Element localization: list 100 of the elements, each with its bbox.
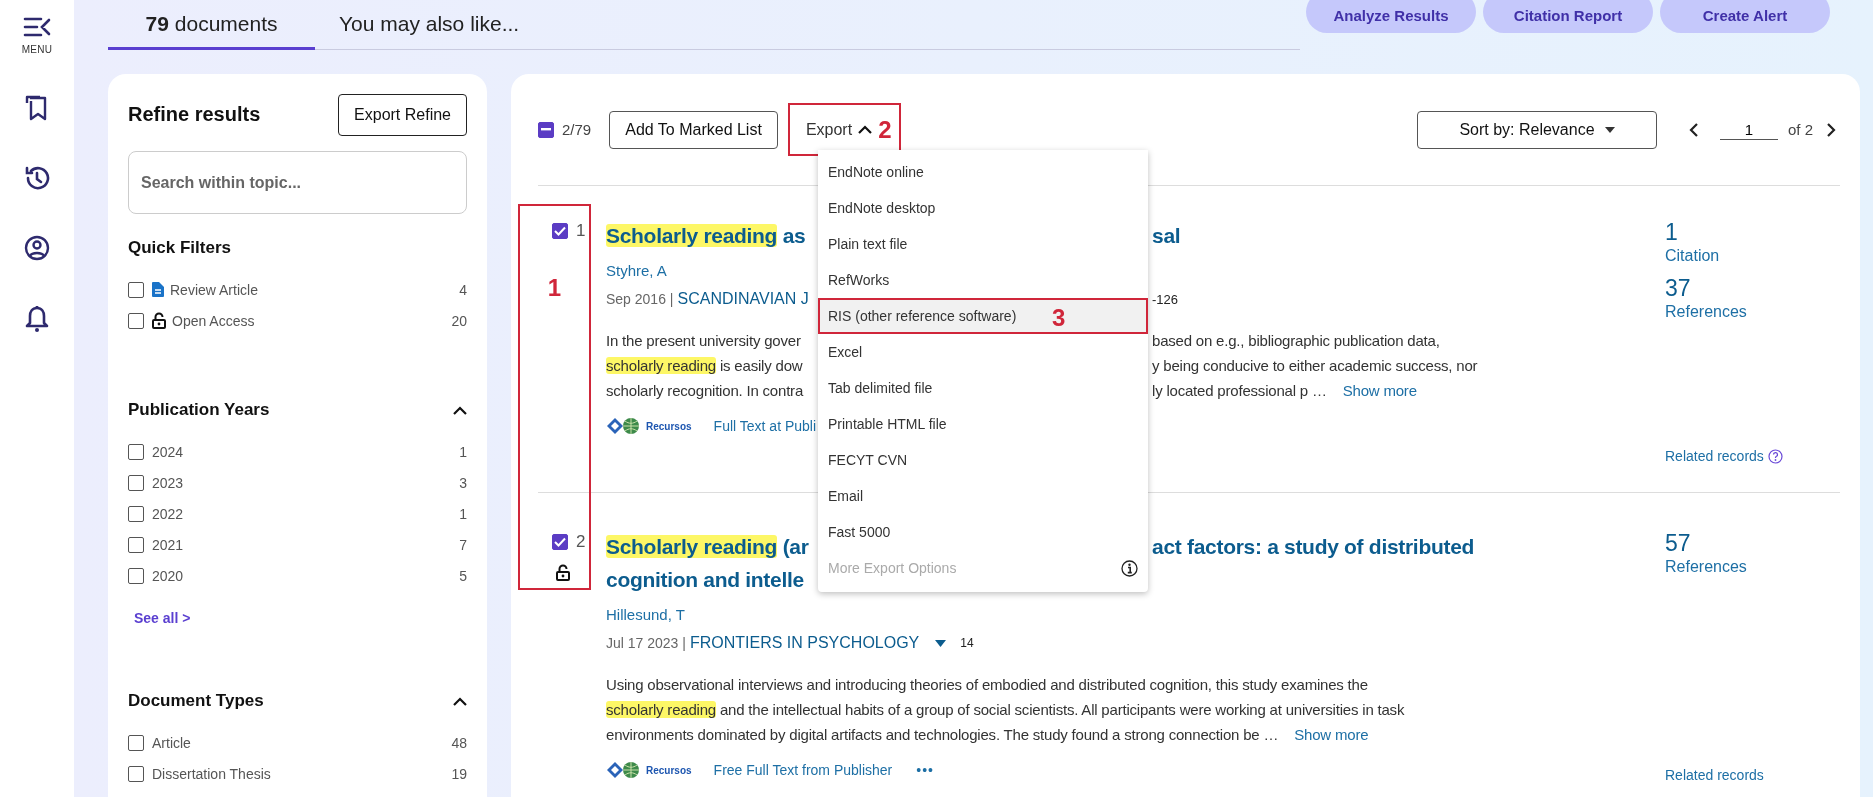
- diamond-globe-icon: [606, 417, 640, 435]
- page-range: -126: [1152, 291, 1180, 307]
- full-text-link[interactable]: Free Full Text from Publisher: [713, 762, 893, 778]
- page-field[interactable]: 1: [1719, 119, 1778, 140]
- add-to-marked-list-button[interactable]: Add To Marked List: [609, 110, 778, 149]
- menu-item[interactable]: EndNote online: [818, 154, 1148, 190]
- tab[interactable]: You may also like...: [315, 0, 544, 50]
- action-button[interactable]: Create Alert: [1660, 0, 1830, 33]
- select-all-checkbox[interactable]: [538, 121, 554, 138]
- filter-count: 4: [459, 281, 467, 298]
- filter-label: 2022: [152, 505, 184, 522]
- menu-item[interactable]: Printable HTML file: [818, 406, 1148, 442]
- menu-item[interactable]: RefWorks: [818, 262, 1148, 298]
- checkbox[interactable]: [128, 536, 144, 553]
- menu-item[interactable]: Excel: [818, 334, 1148, 370]
- chevron-right-icon: [1827, 122, 1836, 137]
- checkbox[interactable]: [128, 443, 144, 460]
- chevron-up-icon[interactable]: [453, 405, 467, 415]
- abstract-text: scholarly recognition. In contra: [606, 381, 805, 401]
- chevron-up-icon[interactable]: [453, 696, 467, 706]
- bell-icon[interactable]: [25, 305, 49, 332]
- filter-count: 7: [459, 536, 467, 553]
- menu-item[interactable]: EndNote desktop: [818, 190, 1148, 226]
- see-all-link[interactable]: See all >: [134, 610, 191, 626]
- abstract-text: Using observational interviews and introducing theories of embodied and distributed cognition, this study examines the: [606, 675, 1368, 695]
- minus-icon: [541, 128, 551, 131]
- menu-icon[interactable]: [23, 16, 51, 38]
- checkbox[interactable]: [128, 734, 144, 751]
- selected-count: 2/79: [562, 121, 592, 138]
- show-more-link[interactable]: Show more: [1342, 378, 1417, 403]
- action-button[interactable]: Citation Report: [1483, 0, 1653, 33]
- checkbox[interactable]: [128, 281, 144, 298]
- publication-date: Jul 17 2023 |: [606, 635, 686, 651]
- filter-label: 2020: [152, 567, 184, 584]
- source-label: Recursos: [646, 764, 692, 776]
- export-button[interactable]: Export: [789, 106, 879, 153]
- export-refine-button[interactable]: Export Refine: [338, 94, 467, 136]
- menu-item[interactable]: Tab delimited file: [818, 370, 1148, 406]
- more-options-button[interactable]: •••: [916, 762, 934, 778]
- related-records-link[interactable]: Related records: [1665, 448, 1764, 464]
- abstract-text: scholarly reading and the intellectual habits of a group of social scientists. All participants were working at universities in task: [606, 700, 1405, 720]
- history-icon[interactable]: [24, 165, 50, 191]
- diamond-globe-icon: [606, 761, 640, 779]
- source-label: Recursos: [646, 420, 692, 432]
- record-number: 1: [576, 221, 586, 241]
- action-button[interactable]: Analyze Results: [1306, 0, 1476, 33]
- filter-count: 5: [459, 567, 467, 584]
- author-link[interactable]: Styhre, A: [606, 262, 667, 284]
- user-icon[interactable]: [24, 235, 50, 261]
- menu-item[interactable]: FECYT CVN: [818, 442, 1148, 478]
- journal-count: 14: [960, 636, 974, 650]
- filter-label: Article: [152, 734, 191, 751]
- tab[interactable]: 79 documents: [108, 0, 315, 50]
- abstract-text: In the present university gover: [606, 331, 802, 351]
- checkbox[interactable]: [128, 474, 144, 491]
- stat-count[interactable]: 37: [1665, 275, 1840, 301]
- section-title: Publication Years: [128, 400, 270, 420]
- section-title: Quick Filters: [128, 238, 231, 258]
- panel-title: Refine results: [128, 102, 261, 126]
- annotation-number: 1: [547, 276, 562, 300]
- filter-label: 2021: [152, 536, 184, 553]
- checkbox[interactable]: [128, 505, 144, 522]
- filter-label: 2024: [152, 443, 184, 460]
- stat-label[interactable]: References: [1665, 301, 1840, 323]
- page-total: of 2: [1787, 121, 1813, 138]
- menu-item[interactable]: Email: [818, 478, 1148, 514]
- check-icon: [554, 537, 566, 547]
- related-records-link[interactable]: Related records: [1665, 767, 1764, 783]
- section-title: Document Types: [128, 691, 264, 711]
- abstract-text: scholarly reading is easily dow: [606, 356, 804, 376]
- caret-down-icon: [1604, 126, 1615, 133]
- checkbox[interactable]: [552, 223, 568, 239]
- checkbox[interactable]: [552, 534, 568, 550]
- menu-item[interactable]: Fast 5000: [818, 514, 1148, 550]
- journal-link[interactable]: SCANDINAVIAN J: [677, 290, 809, 308]
- full-text-link[interactable]: Full Text at Publi: [713, 418, 817, 434]
- show-more-link[interactable]: Show more: [1294, 722, 1369, 747]
- search-field[interactable]: Search within topic...: [128, 151, 467, 214]
- record-title[interactable]: sal: [1152, 219, 1665, 252]
- menu-item[interactable]: RIS (other reference software) 3: [818, 298, 1148, 334]
- filter-count: 1: [459, 443, 467, 460]
- menu-item[interactable]: Plain text file: [818, 226, 1148, 262]
- filter-count: 48: [451, 734, 467, 751]
- stat-label[interactable]: Citation: [1665, 245, 1840, 267]
- checkbox[interactable]: [128, 567, 144, 584]
- journal-link[interactable]: FRONTIERS IN PSYCHOLOGY: [689, 634, 920, 652]
- stat-label[interactable]: References: [1665, 556, 1840, 578]
- annotation-number: 2: [878, 117, 892, 142]
- menu-label: MENU: [21, 44, 53, 55]
- publication-date: Sep 2016 |: [606, 291, 674, 307]
- checkbox[interactable]: [128, 312, 144, 329]
- stat-count[interactable]: 1: [1665, 219, 1840, 245]
- record-title[interactable]: act factors: a study of distributed: [1152, 530, 1665, 563]
- stat-count[interactable]: 57: [1665, 530, 1840, 556]
- sort-dropdown[interactable]: Sort by: Relevance: [1416, 110, 1657, 149]
- checkbox[interactable]: [128, 765, 144, 782]
- author-link[interactable]: Hillesund, T: [606, 606, 685, 628]
- bookmarks-icon[interactable]: [25, 95, 49, 121]
- filter-label: 2023: [152, 474, 184, 491]
- abstract-text: based on e.g., bibliographic publication data,: [1152, 331, 1440, 351]
